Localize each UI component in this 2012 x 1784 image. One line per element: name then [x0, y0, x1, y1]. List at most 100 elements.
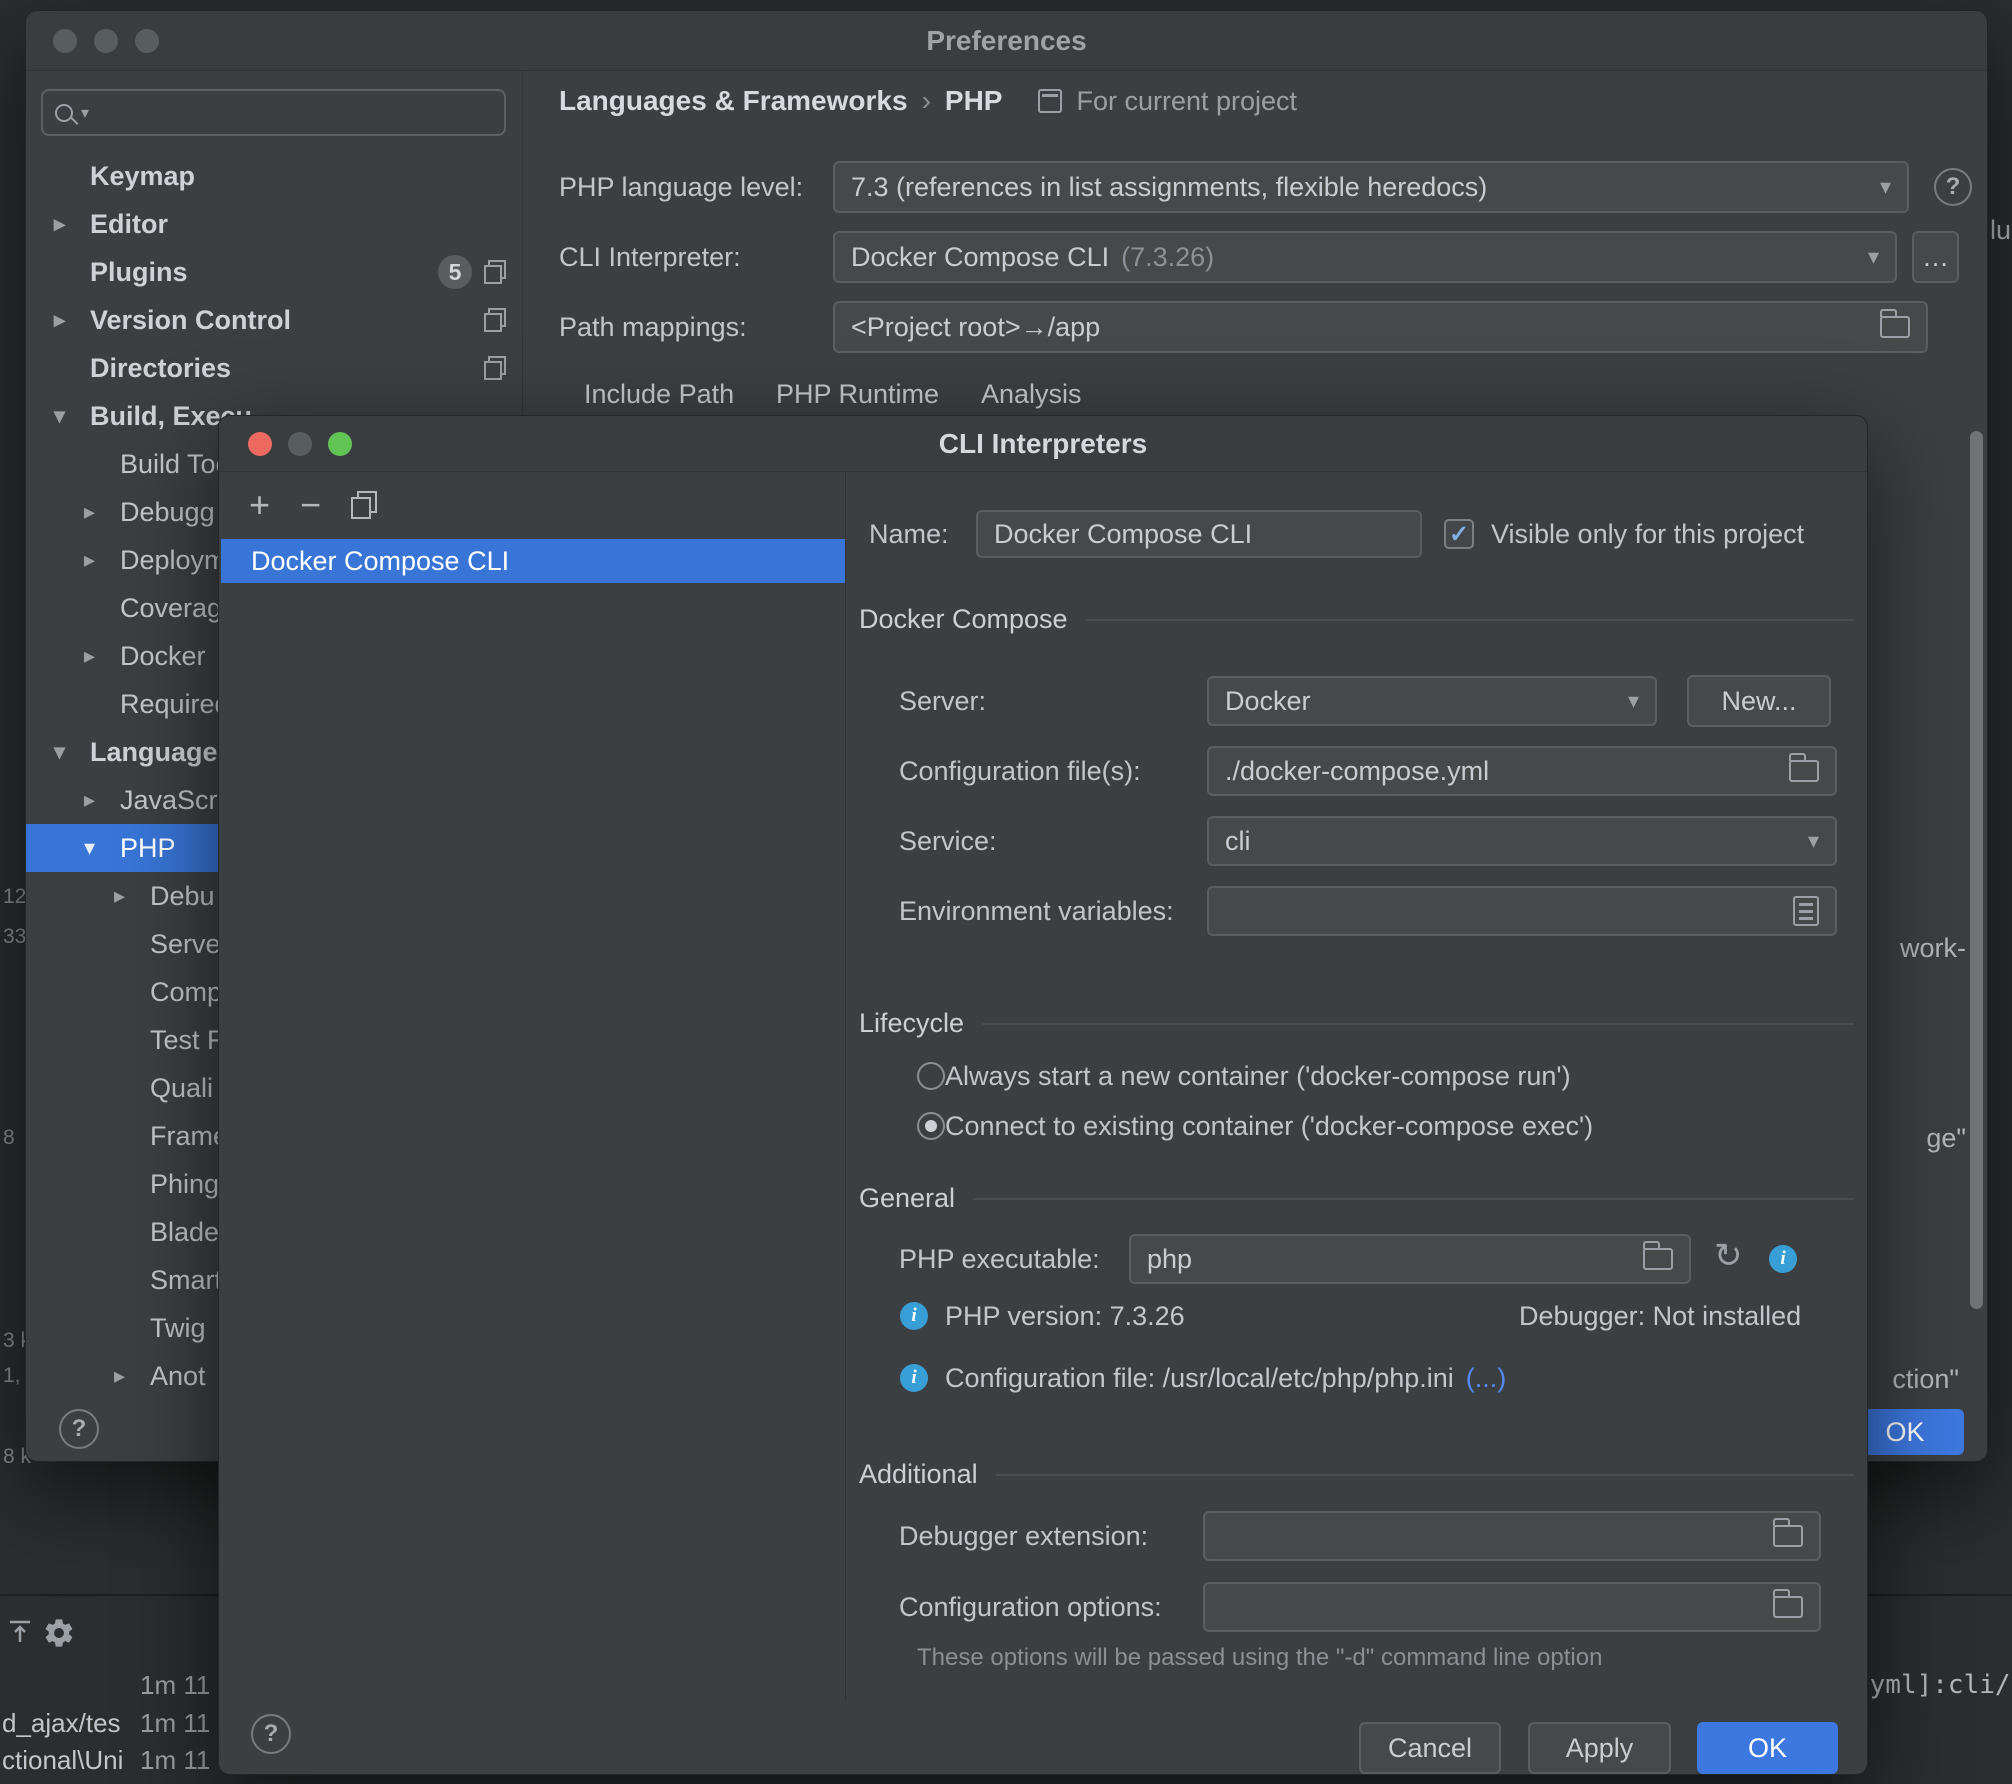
server-label: Server:: [899, 676, 986, 726]
configuration-options-field[interactable]: [1203, 1582, 1821, 1632]
interpreter-version: (7.3.26): [1121, 242, 1214, 273]
radio-always-new-label[interactable]: Always start a new container ('docker-co…: [945, 1052, 1571, 1100]
folder-icon[interactable]: [1773, 1596, 1803, 1618]
folder-icon[interactable]: [1789, 760, 1819, 782]
search-history-chevron-icon[interactable]: ▾: [81, 103, 89, 123]
php-language-level-select[interactable]: 7.3 (references in list assignments, fle…: [833, 161, 1909, 213]
dialog-titlebar: CLI Interpreters: [219, 416, 1867, 472]
scope-label: For current project: [1076, 86, 1297, 117]
sidebar-item-editor[interactable]: ▸Editor: [26, 200, 522, 248]
refresh-icon[interactable]: ↻: [1714, 1236, 1743, 1276]
visible-only-checkbox[interactable]: ✓: [1444, 519, 1474, 549]
cancel-button[interactable]: Cancel: [1359, 1722, 1501, 1774]
breadcrumb: Languages & Frameworks › PHP For current…: [559, 79, 1297, 123]
search-input[interactable]: ▾: [41, 89, 506, 136]
sidebar-item-label: Blade: [150, 1217, 219, 1248]
gear-icon[interactable]: [42, 1616, 76, 1650]
configuration-options-label: Configuration options:: [899, 1582, 1162, 1632]
help-button[interactable]: ?: [59, 1409, 99, 1449]
server-select[interactable]: Docker ▾: [1207, 676, 1657, 726]
include-path-fragment: work-: [1900, 933, 1966, 964]
plugins-count-badge: 5: [438, 255, 472, 289]
php-executable-field[interactable]: php: [1129, 1234, 1691, 1284]
folder-icon[interactable]: [1880, 316, 1910, 338]
dialog-help-button[interactable]: ?: [251, 1714, 291, 1754]
sidebar-item-directories[interactable]: Directories: [26, 344, 522, 392]
sidebar-item-label: Frame: [150, 1121, 228, 1152]
field-value: php: [1147, 1244, 1192, 1275]
sidebar-item-keymap[interactable]: Keymap: [26, 152, 522, 200]
cli-interpreter-select[interactable]: Docker Compose CLI (7.3.26) ▾: [833, 231, 1897, 283]
field-value: ./docker-compose.yml: [1225, 756, 1489, 787]
chevron-right-icon[interactable]: ▸: [54, 211, 90, 237]
section-rule: [973, 1198, 1854, 1200]
chevron-right-icon[interactable]: ▸: [84, 547, 120, 573]
section-title: Additional: [859, 1459, 978, 1490]
sidebar-item-label: JavaScr: [120, 785, 218, 816]
new-server-button[interactable]: New...: [1687, 675, 1831, 727]
radio-always-new-container[interactable]: [917, 1062, 945, 1090]
sidebar-item-label: Directories: [90, 353, 231, 384]
sidebar-item-label: Debugg: [120, 497, 215, 528]
debugger-extension-label: Debugger extension:: [899, 1511, 1148, 1561]
chevron-right-icon[interactable]: ▸: [84, 787, 120, 813]
service-select[interactable]: cli ▾: [1207, 816, 1837, 866]
radio-connect-existing-label[interactable]: Connect to existing container ('docker-c…: [945, 1102, 1593, 1150]
select-value: Docker Compose CLI: [851, 242, 1109, 273]
path-mappings-label: Path mappings:: [559, 301, 747, 353]
debugger-status: Debugger: Not installed: [1519, 1292, 1801, 1340]
chevron-right-icon[interactable]: ▸: [84, 499, 120, 525]
environment-variables-field[interactable]: [1207, 886, 1837, 936]
browse-interpreters-button[interactable]: …: [1912, 231, 1959, 283]
chevron-down-icon[interactable]: ▾: [84, 835, 120, 861]
check-icon: ✓: [1449, 520, 1469, 549]
cli-interpreters-dialog: CLI Interpreters + − Docker Compose CLI …: [218, 415, 1868, 1775]
add-icon[interactable]: +: [249, 487, 270, 523]
sidebar-item-label: Quali: [150, 1073, 213, 1104]
chevron-right-icon[interactable]: ▸: [114, 883, 150, 909]
chevron-down-icon[interactable]: ▾: [54, 739, 90, 765]
breadcrumb-section[interactable]: Languages & Frameworks: [559, 85, 908, 117]
scroll-to-top-icon[interactable]: [4, 1616, 36, 1648]
chevron-right-icon[interactable]: ▸: [54, 307, 90, 333]
sidebar-item-label: Deploym: [120, 545, 227, 576]
tab-php-runtime[interactable]: PHP Runtime: [776, 379, 939, 410]
copy-icon[interactable]: [351, 491, 377, 519]
info-icon: i: [900, 1364, 928, 1392]
test-duration: 1m 11 s: [140, 1745, 231, 1776]
show-phpinfo-link[interactable]: (...): [1466, 1363, 1507, 1394]
sidebar-item-version-control[interactable]: ▸Version Control: [26, 296, 522, 344]
info-glyph: i: [911, 1305, 916, 1327]
tab-analysis[interactable]: Analysis: [981, 379, 1082, 410]
chevron-right-icon[interactable]: ▸: [114, 1363, 150, 1389]
folder-icon[interactable]: [1643, 1248, 1673, 1270]
tab-include-path[interactable]: Include Path: [584, 379, 734, 410]
configuration-files-field[interactable]: ./docker-compose.yml: [1207, 746, 1837, 796]
radio-connect-existing[interactable]: [917, 1112, 945, 1140]
apply-button[interactable]: Apply: [1528, 1722, 1671, 1774]
chevron-down-icon[interactable]: ▾: [54, 403, 90, 429]
chevron-down-icon: ▾: [1870, 174, 1891, 200]
sidebar-item-label: Keymap: [90, 161, 195, 192]
sidebar-item-label: Plugins: [90, 257, 188, 288]
folder-icon[interactable]: [1773, 1525, 1803, 1547]
sidebar-item-plugins[interactable]: Plugins 5: [26, 248, 522, 296]
scrollbar-thumb[interactable]: [1970, 431, 1983, 1309]
name-input[interactable]: Docker Compose CLI: [976, 510, 1422, 558]
debugger-extension-field[interactable]: [1203, 1511, 1821, 1561]
background-text-fragment: lu: [1990, 215, 2011, 246]
info-icon[interactable]: i: [1769, 1245, 1797, 1273]
edit-variables-icon[interactable]: [1793, 896, 1819, 926]
test-name: d_ajax/tes: [2, 1708, 121, 1739]
docker-compose-section: Docker Compose: [859, 604, 1854, 635]
interpreter-list-item[interactable]: Docker Compose CLI: [221, 539, 845, 583]
field-value: <Project root>→/app: [851, 312, 1100, 343]
visible-only-label[interactable]: Visible only for this project: [1491, 510, 1804, 558]
service-label: Service:: [899, 816, 997, 866]
ok-button[interactable]: OK: [1697, 1722, 1838, 1774]
path-mappings-field[interactable]: <Project root>→/app: [833, 301, 1928, 353]
remove-icon[interactable]: −: [300, 487, 321, 523]
help-icon[interactable]: ?: [1934, 168, 1972, 206]
chevron-right-icon[interactable]: ▸: [84, 643, 120, 669]
general-section: General: [859, 1183, 1854, 1214]
